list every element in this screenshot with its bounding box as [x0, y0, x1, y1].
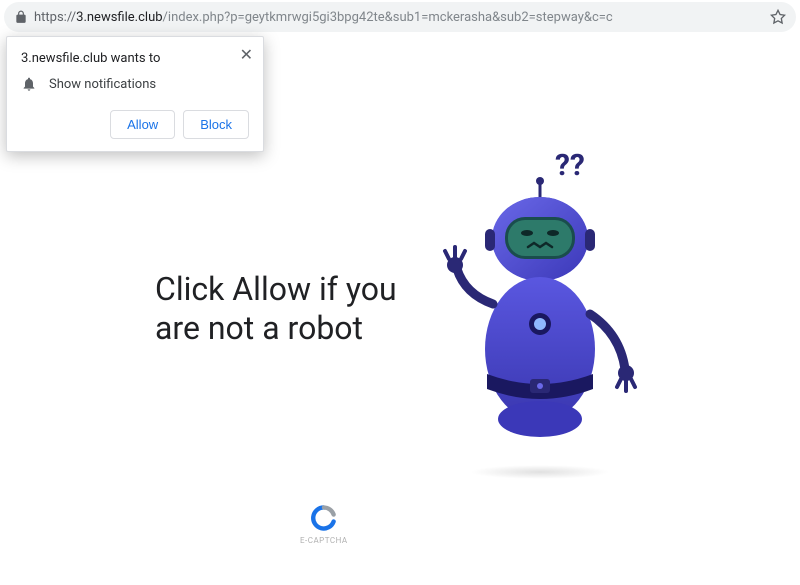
close-icon[interactable]: ✕ — [240, 47, 253, 63]
address-bar[interactable]: https://3.newsfile.club/index.php?p=geyt… — [4, 2, 796, 32]
url-text: https://3.newsfile.club/index.php?p=geyt… — [34, 10, 770, 25]
lock-icon — [14, 10, 28, 24]
captcha-label: E-CAPTCHA — [300, 536, 348, 545]
bell-icon — [21, 76, 37, 92]
question-marks-icon: ?? — [555, 148, 585, 183]
notification-buttons: Allow Block — [21, 110, 249, 139]
url-scheme: https:// — [34, 10, 76, 25]
robot-shadow — [470, 465, 610, 479]
robot-illustration: ?? — [435, 139, 645, 479]
url-path: /index.php?p=geytkmrwgi5gi3bpg42te&sub1=… — [163, 10, 613, 25]
headline-text: Click Allow if you are not a robot — [155, 270, 415, 347]
instruction-block: Click Allow if you are not a robot — [155, 270, 415, 347]
url-host: 3.newsfile.club — [76, 10, 162, 25]
notification-message: Show notifications — [49, 77, 156, 92]
block-button[interactable]: Block — [183, 110, 249, 139]
allow-button[interactable]: Allow — [110, 110, 175, 139]
captcha-logo: E-CAPTCHA — [300, 504, 348, 545]
bookmark-star-icon[interactable] — [770, 9, 786, 25]
notification-permission-popup: 3.newsfile.club wants to ✕ Show notifica… — [6, 36, 264, 152]
notification-title: 3.newsfile.club wants to — [21, 51, 249, 66]
captcha-icon — [310, 504, 338, 532]
notification-row: Show notifications — [21, 76, 249, 92]
